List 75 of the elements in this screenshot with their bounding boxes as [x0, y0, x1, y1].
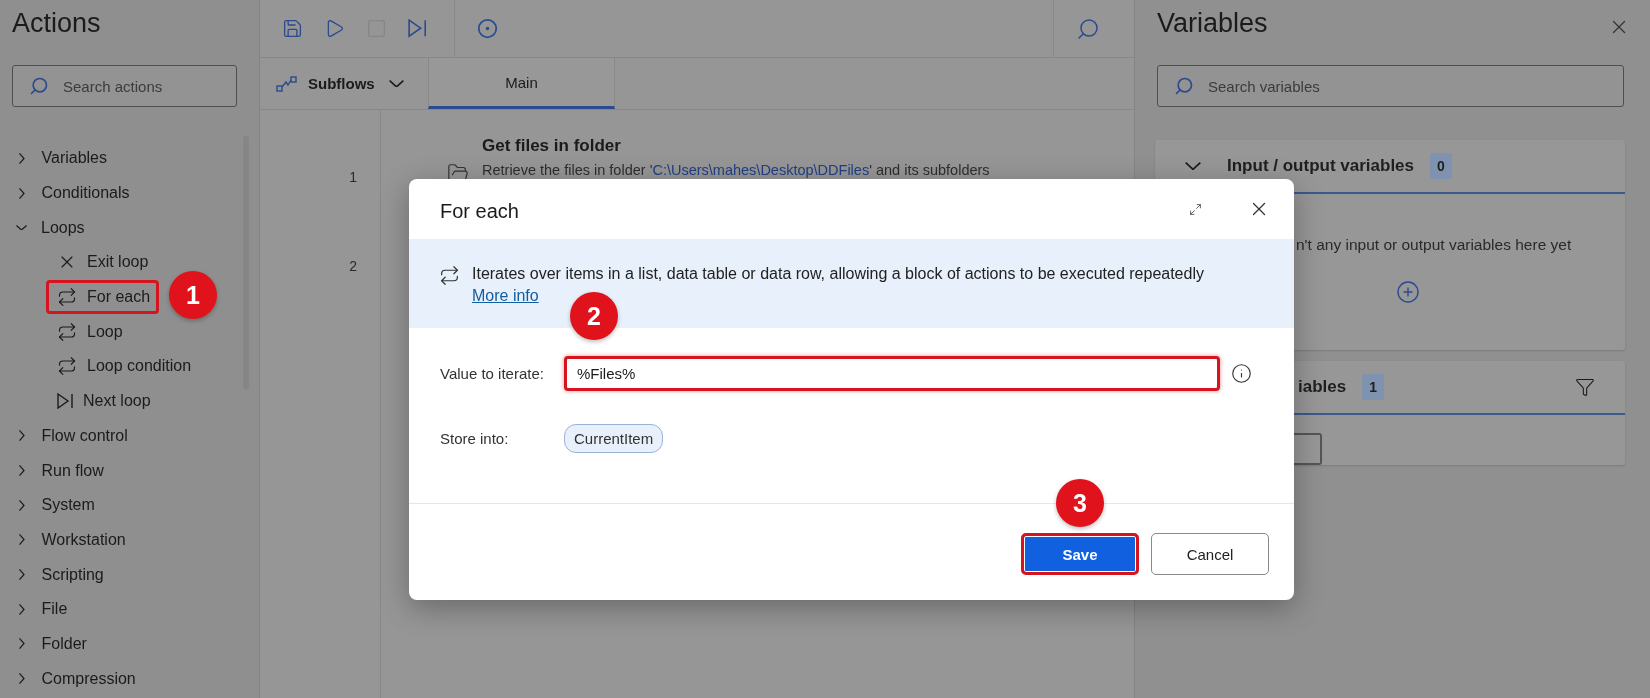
add-icon[interactable] — [1396, 280, 1420, 304]
group-label: File — [41, 600, 68, 619]
group-label: System — [41, 496, 95, 515]
field-label: Store into: — [440, 430, 510, 447]
expand-icon[interactable] — [1189, 202, 1202, 216]
action-group[interactable]: Flow control — [14, 426, 128, 445]
action-group[interactable]: File — [14, 600, 68, 619]
dialog-description: Iterates over items in a list, data table or data row, allowing a block of actions to be executed repeatedly — [472, 264, 1204, 284]
record-icon[interactable] — [477, 18, 498, 39]
action-label: Loop — [87, 322, 123, 341]
action-group[interactable]: Run flow — [14, 461, 104, 480]
loop-icon — [57, 287, 77, 308]
group-label: Compression — [41, 669, 136, 688]
loop-icon — [57, 356, 77, 377]
section-title: iables — [1298, 377, 1347, 397]
action-group[interactable]: Loops — [14, 218, 85, 237]
step-icon[interactable] — [408, 19, 427, 38]
action-group[interactable]: Folder — [14, 634, 87, 653]
group-label: Workstation — [41, 530, 126, 549]
save-icon[interactable] — [282, 18, 303, 39]
action-label: Exit loop — [87, 253, 149, 272]
chevron-down-icon[interactable] — [1185, 162, 1201, 170]
action-group[interactable]: Workstation — [14, 530, 126, 549]
search-input[interactable]: Search variables — [1206, 76, 1607, 96]
count-badge: 0 — [1430, 153, 1452, 179]
search-input[interactable]: Search actions — [61, 76, 220, 96]
panel-title: Variables — [1157, 7, 1268, 40]
search-field[interactable]: Search variables — [1157, 65, 1624, 107]
action-item[interactable]: Next loop — [46, 384, 160, 419]
cancel-button[interactable]: Cancel — [1151, 533, 1269, 575]
empty-message: n't any input or output variables here yet — [1295, 236, 1573, 254]
next-icon — [57, 393, 73, 410]
subflow-icon — [276, 75, 298, 92]
chevron-down-icon — [388, 79, 404, 88]
save-button[interactable]: Save — [1021, 533, 1139, 575]
flow-tab[interactable]: Main — [428, 58, 615, 109]
more-info-link[interactable]: More info — [472, 287, 539, 304]
group-label: Run flow — [41, 461, 104, 480]
search-icon[interactable] — [1076, 16, 1100, 41]
filter-icon[interactable] — [1575, 377, 1595, 397]
action-item[interactable]: Exit loop — [46, 245, 158, 280]
group-label: Variables — [41, 149, 107, 168]
panel-title: Actions — [12, 7, 102, 40]
search-field[interactable]: Search actions — [12, 65, 237, 107]
field-label: Value to iterate: — [440, 365, 545, 382]
subflows-button[interactable]: Subflows — [260, 58, 428, 109]
action-group[interactable]: Compression — [14, 669, 136, 688]
step-title: Get files in folder — [482, 136, 622, 156]
action-item[interactable]: Loop condition — [46, 349, 201, 384]
variable-chip[interactable]: CurrentItem — [564, 424, 664, 453]
action-item[interactable]: Loop — [46, 314, 132, 349]
loop-icon — [439, 265, 460, 286]
group-label: Scripting — [41, 565, 104, 584]
loop-icon — [57, 321, 77, 342]
action-group[interactable]: Scripting — [14, 565, 104, 584]
line-number: 2 — [349, 257, 357, 274]
group-label: Conditionals — [41, 184, 130, 203]
group-label: Loops — [41, 218, 85, 237]
search-icon — [1174, 76, 1194, 96]
search-icon — [29, 76, 49, 96]
section-title: Input / output variables — [1227, 156, 1414, 176]
action-group[interactable]: Conditionals — [14, 184, 130, 203]
action-group[interactable]: System — [14, 496, 95, 515]
value-input[interactable]: %Files% — [564, 356, 1220, 391]
group-label: Folder — [41, 634, 87, 653]
action-label: Next loop — [83, 392, 151, 411]
line-number: 1 — [349, 168, 357, 185]
group-label: Flow control — [41, 426, 128, 445]
action-item[interactable]: For each — [46, 280, 160, 315]
count-badge: 1 — [1362, 374, 1384, 400]
dialog-title: For each — [440, 198, 520, 223]
info-icon[interactable] — [1231, 363, 1252, 384]
action-label: For each — [87, 288, 151, 307]
action-group[interactable]: Variables — [14, 149, 107, 168]
action-label: Loop condition — [87, 357, 192, 376]
